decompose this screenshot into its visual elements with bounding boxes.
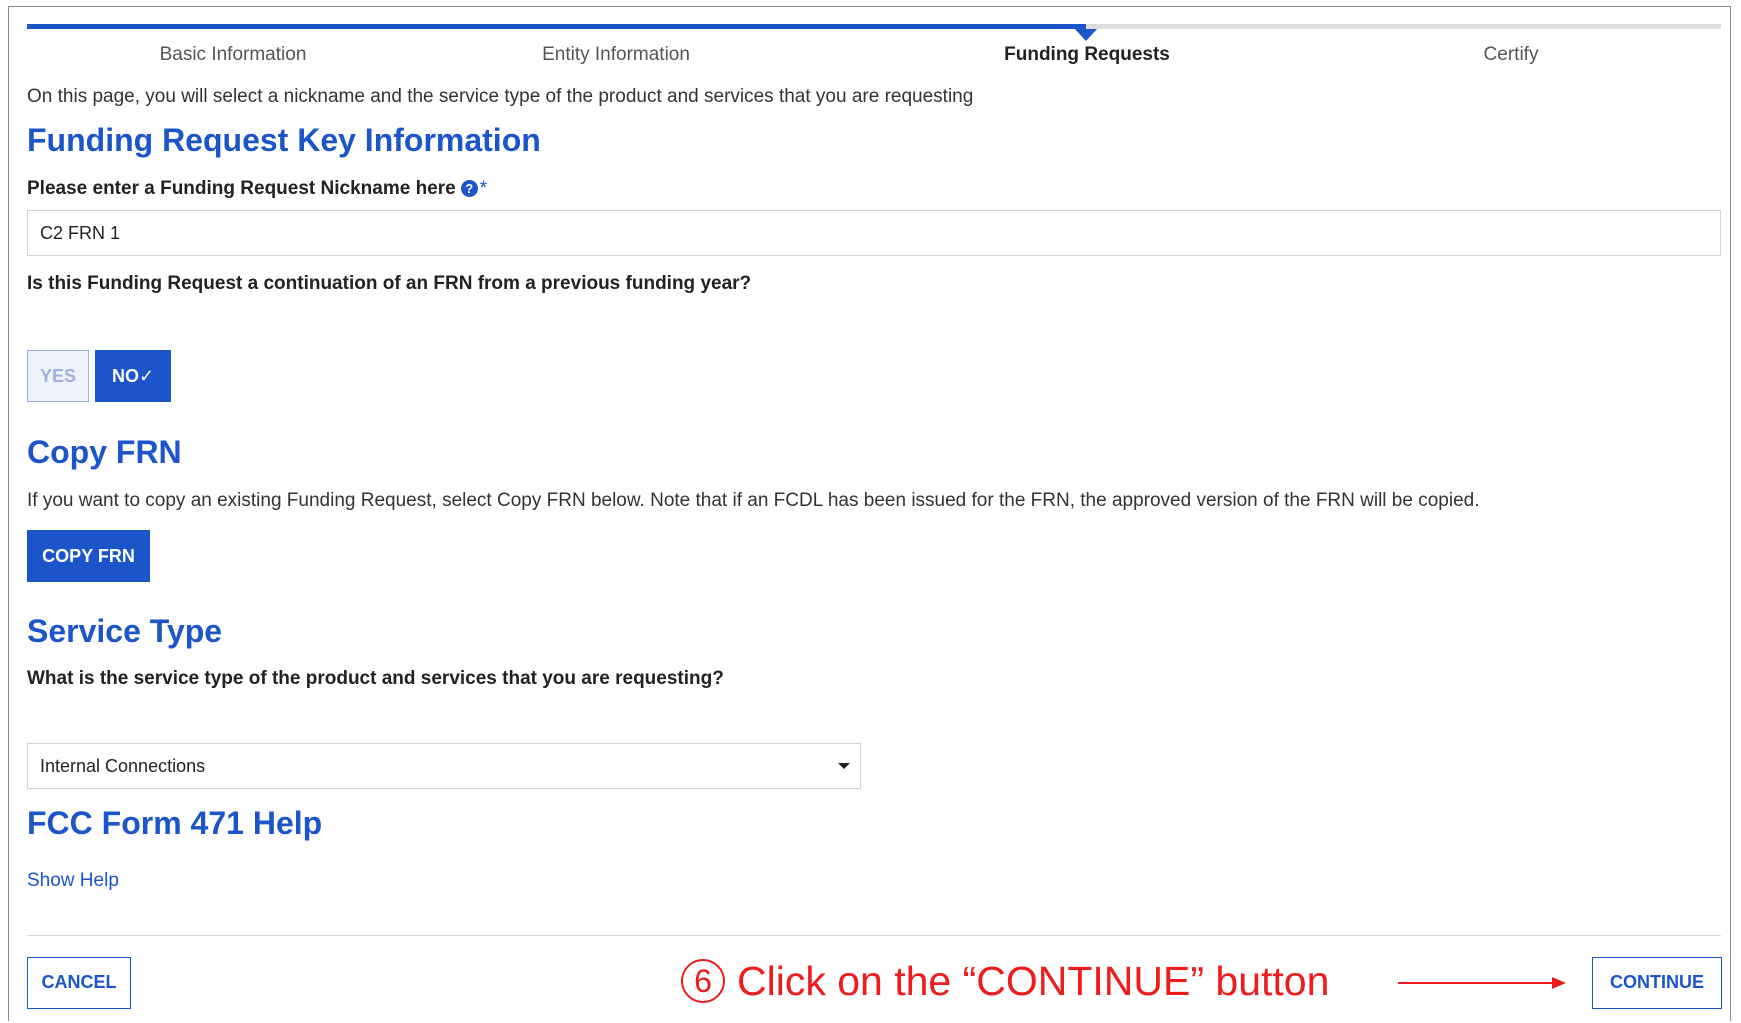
question-circle-icon[interactable]: ? <box>460 180 478 197</box>
service-type-value: Internal Connections <box>40 756 206 776</box>
continue-button[interactable]: CONTINUE <box>1592 957 1722 1009</box>
copy-frn-description: If you want to copy an existing Funding … <box>27 490 1480 511</box>
nickname-label-text: Please enter a Funding Request Nickname … <box>27 178 456 199</box>
copy-frn-heading: Copy FRN <box>27 434 182 470</box>
service-type-heading: Service Type <box>27 613 223 649</box>
arrow-right-icon <box>1398 977 1566 989</box>
progress-fill <box>27 24 1086 29</box>
step-basic-information: Basic Information <box>159 44 307 65</box>
copy-frn-button[interactable]: COPY FRN <box>27 530 150 582</box>
annotation-text: Click on the “CONTINUE” button <box>737 958 1330 1004</box>
step-certify: Certify <box>1483 44 1539 65</box>
help-heading: FCC Form 471 Help <box>27 805 323 841</box>
instruction-annotation: 6 Click on the “CONTINUE” button <box>681 956 1329 1006</box>
service-type-question: What is the service type of the product … <box>27 668 724 689</box>
continuation-question: Is this Funding Request a continuation o… <box>27 273 752 294</box>
annotation-step-number: 6 <box>681 959 725 1003</box>
service-type-select[interactable]: Internal Connections <box>27 743 861 789</box>
no-button[interactable]: NO✓ <box>95 350 171 402</box>
intro-text: On this page, you will select a nickname… <box>27 86 974 107</box>
footer-divider <box>27 935 1721 936</box>
progress-tracker <box>27 24 1721 41</box>
show-help-link[interactable]: Show Help <box>27 870 119 892</box>
required-mark: * <box>479 178 488 199</box>
caret-down-icon <box>838 763 850 769</box>
yes-button[interactable]: YES <box>27 350 89 402</box>
key-info-heading: Funding Request Key Information <box>27 122 541 158</box>
nickname-label: Please enter a Funding Request Nickname … <box>27 178 487 200</box>
step-funding-requests: Funding Requests <box>1004 44 1170 65</box>
progress-caret-icon <box>1074 29 1097 41</box>
cancel-button[interactable]: CANCEL <box>27 957 131 1009</box>
nickname-input[interactable]: C2 FRN 1 <box>27 210 1721 256</box>
step-entity-information: Entity Information <box>542 44 690 65</box>
